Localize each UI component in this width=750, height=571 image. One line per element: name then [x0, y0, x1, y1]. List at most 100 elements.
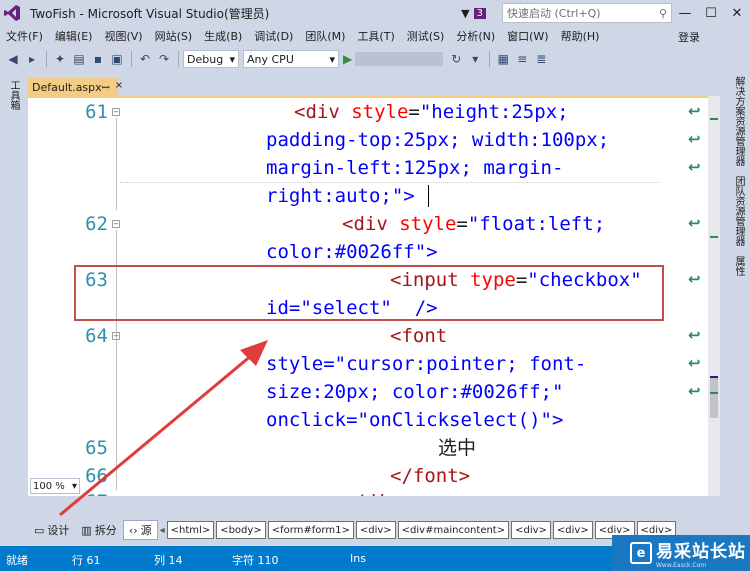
breadcrumb-left-icon[interactable]: ◂ [160, 525, 165, 536]
toolbar-separator [46, 51, 47, 67]
window-title: TwoFish - Microsoft Visual Studio(管理员) [30, 6, 270, 21]
word-wrap-icon: ↩ [688, 102, 701, 120]
menu-window[interactable]: 窗口(W) [501, 28, 554, 44]
zoom-dropdown[interactable]: 100 % ▾ [30, 478, 80, 494]
toolbar: ◀ ▸ ✦ ▤ ▪ ▣ ↶ ↷ Debug ▾ Any CPU ▾ ▶ ↻ ▾ ▦ … [0, 46, 750, 72]
caret-position-marker [710, 376, 718, 378]
menu-edit[interactable]: 编辑(E) [49, 28, 99, 44]
refresh-icon[interactable]: ↻ [447, 50, 465, 68]
code-line: </div> [342, 488, 411, 496]
design-view-button[interactable]: ▭ 设计 [28, 520, 75, 540]
open-file-icon[interactable]: ▤ [70, 50, 88, 68]
back-icon[interactable]: ◀ [4, 50, 22, 68]
line-number: 62 [85, 213, 108, 235]
title-bar: TwoFish - Microsoft Visual Studio(管理员) ▼… [0, 0, 750, 26]
line-number: 61 [85, 101, 108, 123]
split-view-button[interactable]: ▥ 拆分 [75, 520, 122, 540]
line-number: 64 [85, 325, 108, 347]
code-line: <div style="float:left; [342, 213, 606, 235]
status-line: 行 61 [72, 554, 101, 567]
save-icon[interactable]: ▪ [89, 50, 107, 68]
highlight-box [74, 265, 664, 321]
fold-toggle-icon[interactable]: − [112, 108, 120, 116]
code-line: right:auto;"> [266, 185, 415, 207]
scroll-marker [710, 118, 718, 120]
chevron-down-icon: ▾ [329, 52, 335, 66]
word-wrap-icon: ↩ [688, 354, 701, 372]
menu-website[interactable]: 网站(S) [149, 28, 199, 44]
tab-default-aspx[interactable]: Default.aspx ꟷ × [28, 78, 123, 96]
text-caret [428, 185, 429, 207]
menu-file[interactable]: 文件(F) [0, 28, 49, 44]
team-explorer-tab[interactable]: 团队资源管理器 [731, 176, 746, 246]
menu-help[interactable]: 帮助(H) [555, 28, 606, 44]
uncomment-icon[interactable]: ≣ [532, 50, 550, 68]
comment-icon[interactable]: ≡ [513, 50, 531, 68]
left-tool-strip: 工具箱 [0, 76, 24, 546]
undo-icon[interactable]: ↶ [136, 50, 154, 68]
menu-tools[interactable]: 工具(T) [351, 28, 400, 44]
visual-studio-icon[interactable] [0, 0, 24, 26]
pin-icon[interactable]: ꟷ [102, 80, 110, 94]
design-icon: ▭ [34, 523, 45, 537]
redo-icon[interactable]: ↷ [155, 50, 173, 68]
config-dropdown[interactable]: Debug ▾ [183, 50, 239, 68]
close-tab-icon[interactable]: × [115, 80, 123, 94]
notification-flag-icon[interactable]: ▼ [461, 7, 469, 20]
scroll-marker [710, 392, 718, 394]
status-char: 字符 110 [232, 554, 279, 567]
menu-bar: 文件(F) 编辑(E) 视图(V) 网站(S) 生成(B) 调试(D) 团队(M… [0, 26, 750, 46]
login-link[interactable]: 登录 [678, 29, 700, 45]
status-column: 列 14 [154, 554, 183, 567]
notification-badge[interactable]: 3 [473, 7, 486, 19]
solution-explorer-tab[interactable]: 解决方案资源管理器 [731, 76, 746, 166]
minimize-button[interactable]: — [672, 6, 698, 21]
toolbar-separator [178, 51, 179, 67]
code-line: color:#0026ff"> [266, 241, 438, 263]
chevron-down-icon: ▾ [229, 52, 235, 66]
new-project-icon[interactable]: ✦ [51, 50, 69, 68]
menu-build[interactable]: 生成(B) [198, 28, 248, 44]
scrollbar-thumb[interactable] [710, 378, 718, 418]
code-line: size:20px; color:#0026ff;" [266, 381, 564, 403]
menu-debug[interactable]: 调试(D) [248, 28, 299, 44]
breadcrumb-tag[interactable]: <div> [511, 521, 551, 539]
close-button[interactable]: ✕ [724, 6, 750, 21]
breadcrumb-tag[interactable]: <body> [216, 521, 266, 539]
menu-view[interactable]: 视图(V) [98, 28, 148, 44]
platform-dropdown[interactable]: Any CPU ▾ [243, 50, 339, 68]
forward-icon[interactable]: ▸ [23, 50, 41, 68]
right-tool-strip: 解决方案资源管理器 团队资源管理器 属性 [724, 76, 750, 546]
code-line: </font> [390, 465, 471, 487]
breadcrumb-tag[interactable]: <html> [166, 521, 215, 539]
fold-toggle-icon[interactable]: − [112, 220, 120, 228]
chevron-down-icon: ▾ [71, 480, 77, 492]
save-all-icon[interactable]: ▣ [108, 50, 126, 68]
word-wrap-icon: ↩ [688, 130, 701, 148]
code-line: padding-top:25px; width:100px; [266, 129, 610, 151]
vertical-scrollbar[interactable] [708, 96, 720, 496]
source-view-button[interactable]: ‹› 源 [122, 520, 158, 540]
toolbox-tab[interactable]: 工具箱 [6, 80, 21, 110]
properties-tab[interactable]: 属性 [731, 256, 746, 276]
breadcrumb-tag[interactable]: <div> [552, 521, 593, 539]
browser-link-icon[interactable]: ▾ [466, 50, 484, 68]
browser-target-dropdown[interactable] [355, 52, 444, 66]
quick-launch-input[interactable]: 快速启动 (Ctrl+Q) ⚲ [502, 3, 672, 23]
start-debug-icon[interactable]: ▶ [343, 52, 352, 66]
code-editor[interactable]: 61 62 63 64 65 66 67 − − − <div style="h… [28, 96, 720, 496]
menu-test[interactable]: 测试(S) [401, 28, 451, 44]
menu-analyze[interactable]: 分析(N) [450, 28, 501, 44]
word-wrap-icon: ↩ [688, 270, 701, 288]
word-wrap-icon: ↩ [688, 382, 701, 400]
format-icon[interactable]: ▦ [494, 50, 512, 68]
word-wrap-icon: ↩ [688, 326, 701, 344]
code-line: 选中 [438, 437, 477, 459]
line-number: 66 [85, 465, 108, 487]
breadcrumb-tag[interactable]: <div> [355, 521, 396, 539]
breadcrumb-tag[interactable]: <div#maincontent> [397, 521, 510, 539]
breadcrumb-tag[interactable]: <form#form1> [267, 521, 354, 539]
fold-toggle-icon[interactable]: − [112, 332, 120, 340]
menu-team[interactable]: 团队(M) [299, 28, 351, 44]
maximize-button[interactable]: ☐ [698, 6, 724, 21]
